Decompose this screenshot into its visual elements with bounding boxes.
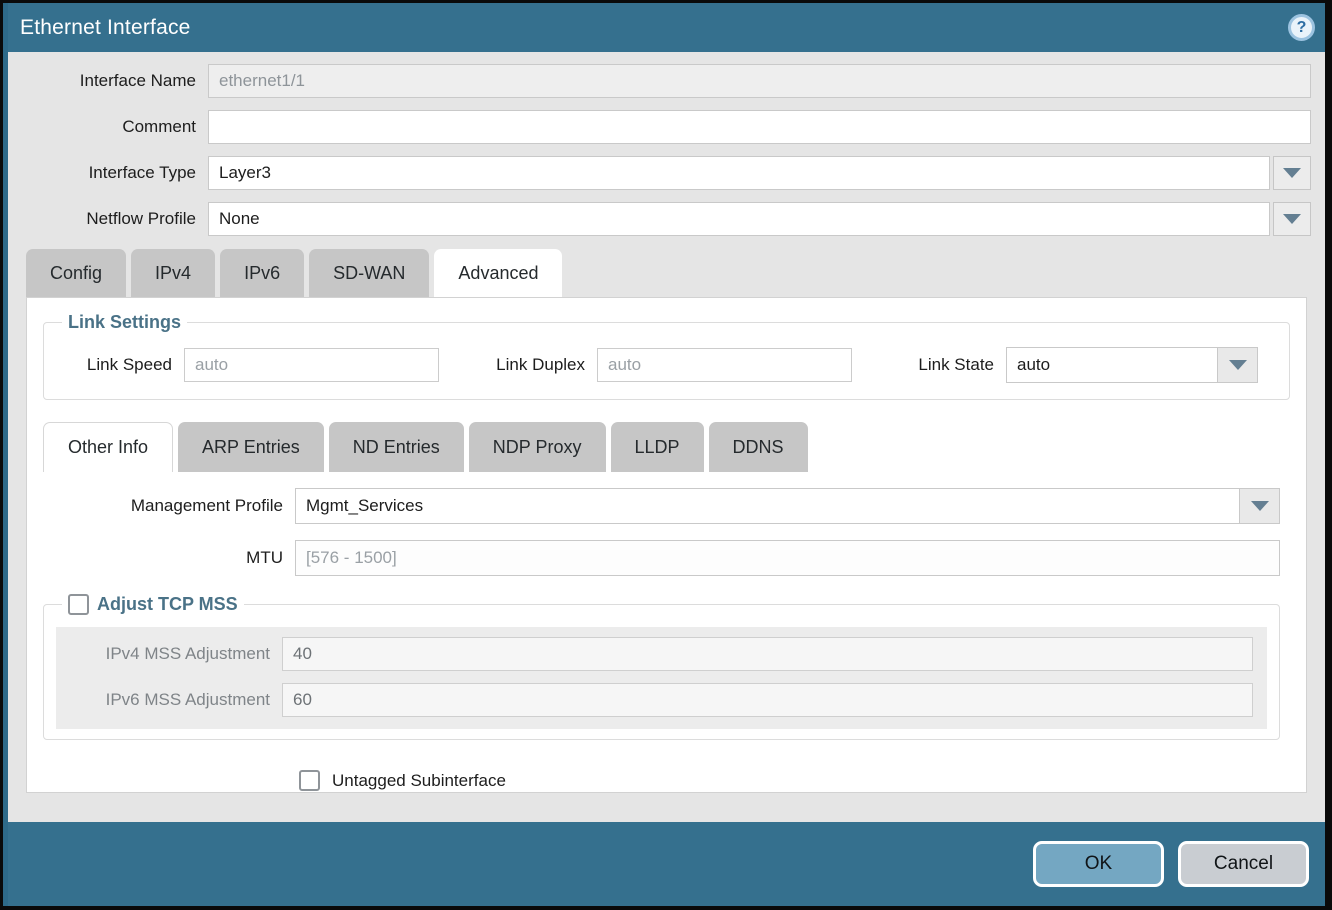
comment-row: Comment: [22, 110, 1311, 144]
mss-disabled-panel: IPv4 MSS Adjustment IPv6 MSS Adjustment: [56, 627, 1267, 729]
interface-type-field[interactable]: Layer3: [208, 156, 1270, 190]
tab-sdwan-label: SD-WAN: [333, 263, 405, 284]
help-icon[interactable]: ?: [1288, 14, 1315, 41]
interface-name-field: [208, 64, 1311, 98]
tab-ddns-label: DDNS: [733, 437, 784, 458]
inner-tabbar: Other Info ARP Entries ND Entries NDP Pr…: [43, 422, 1290, 472]
tab-arp-entries[interactable]: ARP Entries: [178, 422, 324, 472]
untagged-subinterface-label: Untagged Subinterface: [332, 771, 506, 791]
tab-ndp-proxy[interactable]: NDP Proxy: [469, 422, 606, 472]
mtu-label: MTU: [43, 548, 295, 568]
mtu-input[interactable]: [295, 540, 1280, 576]
chevron-down-icon: [1229, 360, 1247, 370]
footer-gap: [8, 793, 1325, 822]
tab-config-label: Config: [50, 263, 102, 284]
management-profile-row: Management Profile Mgmt_Services: [43, 488, 1290, 524]
interface-type-value: Layer3: [219, 163, 271, 183]
ipv6-mss-label: IPv6 MSS Adjustment: [56, 690, 282, 710]
dialog-title: Ethernet Interface: [20, 16, 191, 40]
cancel-button[interactable]: Cancel: [1178, 841, 1309, 887]
management-profile-label: Management Profile: [43, 496, 295, 516]
adjust-tcp-mss-group: Adjust TCP MSS IPv4 MSS Adjustment IPv6 …: [43, 594, 1280, 740]
link-settings-row: Link Speed Link Duplex Link State auto: [56, 347, 1277, 383]
tab-arp-entries-label: ARP Entries: [202, 437, 300, 458]
ipv4-mss-row: IPv4 MSS Adjustment: [56, 637, 1253, 671]
link-state-label: Link State: [914, 355, 1006, 375]
management-profile-dropdown-button[interactable]: [1239, 489, 1279, 523]
tab-ipv6-label: IPv6: [244, 263, 280, 284]
comment-label: Comment: [22, 117, 208, 137]
footer: OK Cancel: [8, 822, 1325, 906]
tab-ipv4[interactable]: IPv4: [131, 249, 215, 297]
netflow-profile-row: Netflow Profile None: [22, 202, 1311, 236]
tab-ipv4-label: IPv4: [155, 263, 191, 284]
untagged-subinterface-row: Untagged Subinterface: [299, 770, 1290, 791]
tab-ipv6[interactable]: IPv6: [220, 249, 304, 297]
chevron-down-icon: [1283, 168, 1301, 178]
netflow-profile-value: None: [219, 209, 260, 229]
management-profile-value: Mgmt_Services: [296, 489, 1239, 523]
link-duplex-input[interactable]: [597, 348, 852, 382]
chevron-down-icon: [1283, 214, 1301, 224]
netflow-profile-field[interactable]: None: [208, 202, 1270, 236]
tab-other-info-label: Other Info: [68, 437, 148, 458]
link-state-value: auto: [1007, 348, 1217, 382]
tab-advanced[interactable]: Advanced: [434, 249, 562, 297]
adjust-tcp-mss-legend: Adjust TCP MSS: [62, 594, 244, 615]
tab-sdwan[interactable]: SD-WAN: [309, 249, 429, 297]
netflow-profile-label: Netflow Profile: [22, 209, 208, 229]
ipv4-mss-label: IPv4 MSS Adjustment: [56, 644, 282, 664]
interface-name-label: Interface Name: [22, 71, 208, 91]
management-profile-select[interactable]: Mgmt_Services: [295, 488, 1280, 524]
tab-other-info[interactable]: Other Info: [43, 422, 173, 472]
link-speed-label: Link Speed: [56, 355, 184, 375]
adjust-tcp-mss-checkbox[interactable]: [68, 594, 89, 615]
link-speed-input[interactable]: [184, 348, 439, 382]
ipv4-mss-input: [282, 637, 1253, 671]
link-state-dropdown-button[interactable]: [1217, 348, 1257, 382]
upper-form: Interface Name Comment Interface Type La…: [8, 52, 1325, 248]
tab-lldp[interactable]: LLDP: [611, 422, 704, 472]
adjust-tcp-mss-legend-text: Adjust TCP MSS: [97, 594, 238, 615]
comment-field[interactable]: [208, 110, 1311, 144]
link-duplex-label: Link Duplex: [487, 355, 597, 375]
tab-config[interactable]: Config: [26, 249, 126, 297]
help-icon-glyph: ?: [1297, 19, 1307, 37]
link-settings-group: Link Settings Link Speed Link Duplex Lin…: [43, 312, 1290, 400]
ok-button[interactable]: OK: [1033, 841, 1164, 887]
tab-nd-entries[interactable]: ND Entries: [329, 422, 464, 472]
tab-lldp-label: LLDP: [635, 437, 680, 458]
chevron-down-icon: [1251, 501, 1269, 511]
tab-ddns[interactable]: DDNS: [709, 422, 808, 472]
tab-advanced-label: Advanced: [458, 263, 538, 284]
link-settings-legend: Link Settings: [62, 312, 187, 333]
tab-ndp-proxy-label: NDP Proxy: [493, 437, 582, 458]
mtu-row: MTU: [43, 540, 1290, 576]
titlebar: Ethernet Interface ?: [8, 3, 1325, 52]
interface-type-label: Interface Type: [22, 163, 208, 183]
link-state-select[interactable]: auto: [1006, 347, 1258, 383]
interface-type-row: Interface Type Layer3: [22, 156, 1311, 190]
netflow-profile-dropdown-button[interactable]: [1273, 202, 1311, 236]
interface-name-row: Interface Name: [22, 64, 1311, 98]
ipv6-mss-row: IPv6 MSS Adjustment: [56, 683, 1253, 717]
interface-type-dropdown-button[interactable]: [1273, 156, 1311, 190]
ethernet-interface-dialog: Ethernet Interface ? Interface Name Comm…: [3, 3, 1325, 906]
tab-nd-entries-label: ND Entries: [353, 437, 440, 458]
advanced-tab-panel: Link Settings Link Speed Link Duplex Lin…: [26, 297, 1307, 793]
untagged-subinterface-checkbox[interactable]: [299, 770, 320, 791]
ipv6-mss-input: [282, 683, 1253, 717]
main-tabbar: Config IPv4 IPv6 SD-WAN Advanced: [8, 249, 1325, 297]
